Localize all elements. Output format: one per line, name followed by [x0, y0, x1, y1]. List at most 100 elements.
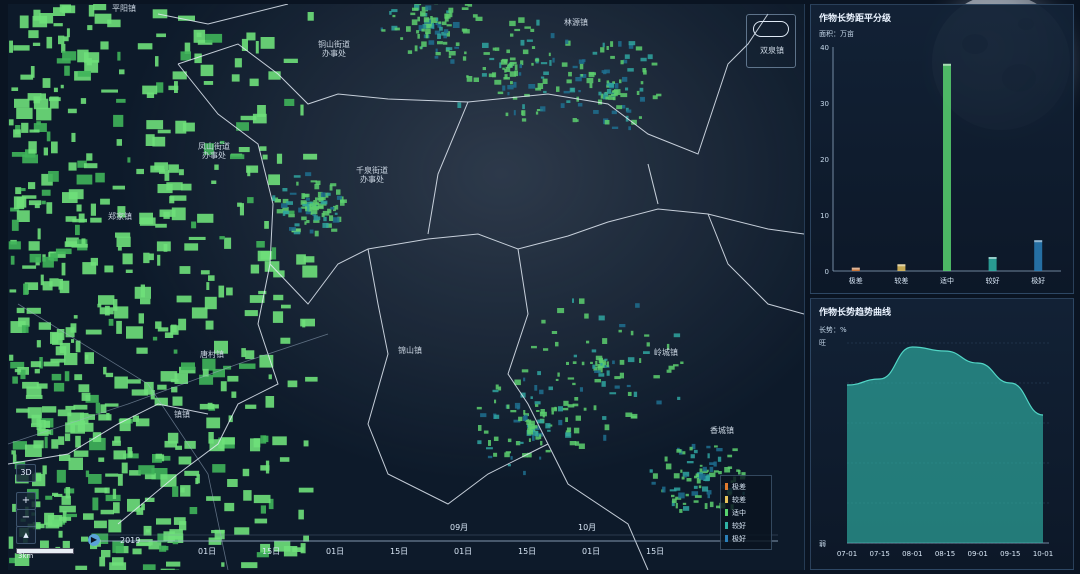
- field-patch: [702, 466, 707, 472]
- field-patch: [172, 486, 179, 497]
- growth-anomaly-panel: 0 10 20 30 40 极差 较差 适中 较好 极好 作物长势距平分级 面积：万亩: [810, 4, 1074, 294]
- zoom-out-button[interactable]: −: [16, 509, 36, 527]
- field-patch: [616, 105, 623, 110]
- locator-widget[interactable]: [746, 14, 796, 68]
- field-patch: [579, 387, 583, 392]
- scale-bar-label: 3km: [18, 552, 34, 560]
- field-patch: [673, 333, 681, 338]
- field-patch: [407, 50, 413, 54]
- field-patch: [287, 380, 298, 388]
- field-patch: [521, 369, 529, 373]
- field-patch: [45, 495, 53, 500]
- field-patch: [522, 104, 525, 110]
- field-patch: [569, 441, 577, 446]
- field-patch: [113, 114, 124, 127]
- field-patch: [522, 49, 529, 55]
- field-patch: [487, 455, 493, 459]
- field-patch: [536, 410, 540, 412]
- legend-label: 较差: [732, 495, 746, 504]
- field-patch: [575, 415, 581, 421]
- timeline-day[interactable]: 01日: [582, 546, 600, 557]
- field-patch: [245, 404, 257, 409]
- field-patch: [46, 202, 53, 214]
- field-patch: [504, 60, 508, 64]
- field-patch: [260, 465, 270, 471]
- timeline-day[interactable]: 15日: [518, 546, 536, 557]
- field-patch: [523, 410, 526, 415]
- crop-growth-map[interactable]: 平阳镇 铜山街道 办事处 凤山街道 办事处 千泉街道 办事处 郑家镇 唐村镇 镇…: [8, 4, 805, 570]
- timeline-day[interactable]: 01日: [326, 546, 344, 557]
- field-patch: [450, 59, 455, 64]
- field-patch: [104, 403, 119, 407]
- admin-boundaries: [8, 4, 804, 570]
- field-patch: [136, 347, 148, 354]
- field-patch: [304, 221, 307, 225]
- bar-cap: [851, 267, 860, 270]
- play-button[interactable]: ▶: [88, 534, 100, 546]
- field-patch: [36, 121, 41, 125]
- timeline-day[interactable]: 15日: [646, 546, 664, 557]
- field-patch: [78, 213, 85, 223]
- field-patch: [598, 78, 601, 82]
- map-canvas[interactable]: [8, 4, 804, 570]
- field-patch: [611, 90, 614, 93]
- field-patch: [94, 13, 112, 24]
- field-patch: [630, 330, 634, 336]
- field-patch: [164, 170, 170, 181]
- timeline-day[interactable]: 01日: [198, 546, 216, 557]
- zoom-in-button[interactable]: +: [16, 492, 36, 510]
- place-label-xiangcheng: 香城镇: [710, 426, 734, 435]
- field-patch: [317, 216, 321, 221]
- field-patch: [288, 214, 295, 218]
- timeline-day[interactable]: 01日: [454, 546, 472, 557]
- field-patch: [586, 78, 594, 84]
- field-patch: [492, 389, 499, 393]
- field-patch: [68, 457, 83, 470]
- timeline[interactable]: ▶ 2019 09月 10月 01日 15日 01日 15日 01日 15日 0…: [88, 508, 788, 564]
- field-patch: [32, 42, 41, 46]
- field-patch: [242, 468, 250, 477]
- field-patch: [567, 404, 575, 408]
- field-patch: [539, 389, 544, 395]
- field-patch: [305, 172, 312, 177]
- field-patch: [618, 329, 622, 333]
- field-patch: [389, 11, 392, 15]
- x-tick-label: 08-15: [935, 550, 955, 558]
- field-patch: [191, 221, 197, 229]
- field-patch: [66, 28, 70, 38]
- field-patch: [64, 65, 70, 76]
- timeline-day[interactable]: 15日: [390, 546, 408, 557]
- field-patch: [218, 285, 225, 298]
- field-patch: [627, 357, 635, 363]
- field-patch: [155, 453, 163, 459]
- field-patch: [528, 438, 531, 442]
- field-patch: [714, 445, 718, 448]
- timeline-day[interactable]: 15日: [262, 546, 280, 557]
- field-patch: [638, 116, 642, 119]
- field-patch: [52, 492, 59, 496]
- field-patch: [578, 443, 585, 449]
- compass-icon[interactable]: ▲: [16, 526, 36, 544]
- field-patch: [519, 64, 522, 69]
- field-patch: [551, 411, 554, 415]
- field-patch: [727, 466, 733, 469]
- field-patch: [519, 441, 524, 444]
- field-patch: [168, 164, 179, 173]
- field-patch: [116, 98, 126, 103]
- field-patch: [411, 19, 418, 26]
- field-patch: [12, 441, 27, 450]
- field-patch: [592, 51, 598, 55]
- field-patch: [702, 486, 709, 492]
- 3d-toggle-button[interactable]: 3D: [16, 464, 36, 482]
- field-patch: [259, 354, 274, 368]
- field-patch: [301, 216, 307, 221]
- field-patch: [602, 338, 608, 344]
- field-patch: [534, 401, 541, 405]
- y-tick-label: 30: [820, 100, 829, 108]
- bar-cap: [897, 264, 906, 267]
- field-patch: [244, 310, 258, 317]
- field-patch: [557, 406, 563, 412]
- field-patch: [206, 282, 210, 290]
- place-label-linyuan: 林源镇: [564, 18, 588, 27]
- field-patch: [643, 70, 647, 75]
